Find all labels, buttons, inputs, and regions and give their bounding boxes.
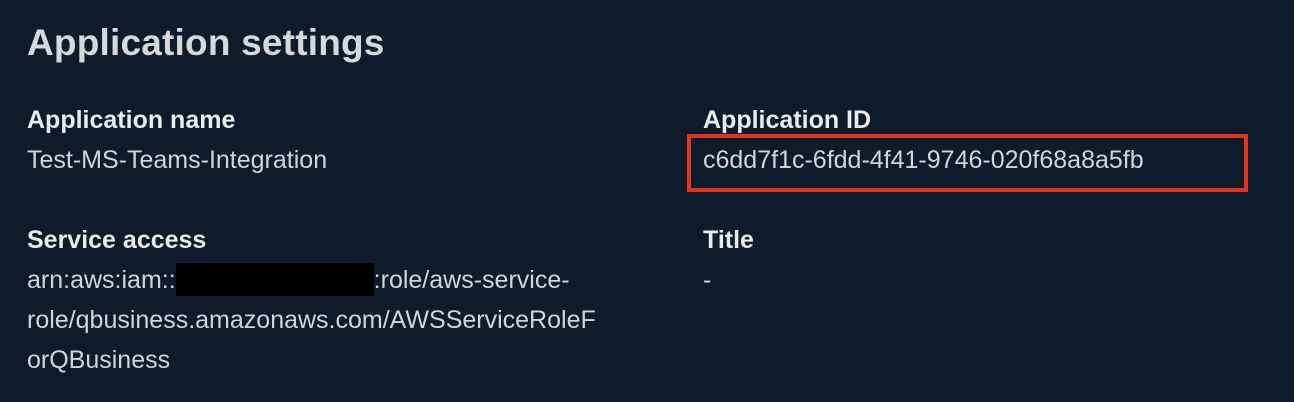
- service-access-label: Service access: [27, 226, 207, 254]
- service-access-value: arn:aws:iam:::role/aws-service- role/qbu…: [27, 260, 667, 380]
- title-label: Title: [703, 226, 754, 254]
- service-access-line-2: role/qbusiness.amazonaws.com/AWSServiceR…: [27, 306, 596, 334]
- application-id-value: c6dd7f1c-6fdd-4f41-9746-020f68a8a5fb: [703, 146, 1144, 174]
- application-name-field: Application name Test-MS-Teams-Integrati…: [27, 100, 647, 180]
- title-value: -: [703, 266, 712, 294]
- service-access-line-3: orQBusiness: [27, 346, 171, 374]
- application-name-label: Application name: [27, 106, 236, 134]
- service-access-role-path: :role/aws-service-: [373, 266, 570, 294]
- service-access-line-1: arn:aws:iam:::role/aws-service-: [27, 260, 667, 300]
- application-settings-panel: Application settings Application name Te…: [0, 0, 1294, 402]
- account-id-redaction: [175, 262, 374, 296]
- service-access-field: Service access arn:aws:iam:::role/aws-se…: [27, 220, 667, 380]
- application-id-field: Application ID c6dd7f1c-6fdd-4f41-9746-0…: [703, 100, 1283, 180]
- section-title: Application settings: [27, 22, 385, 63]
- application-id-label: Application ID: [703, 106, 872, 134]
- application-name-value: Test-MS-Teams-Integration: [27, 146, 328, 174]
- title-field: Title -: [703, 220, 1283, 300]
- service-access-arn-prefix: arn:aws:iam::: [27, 266, 176, 294]
